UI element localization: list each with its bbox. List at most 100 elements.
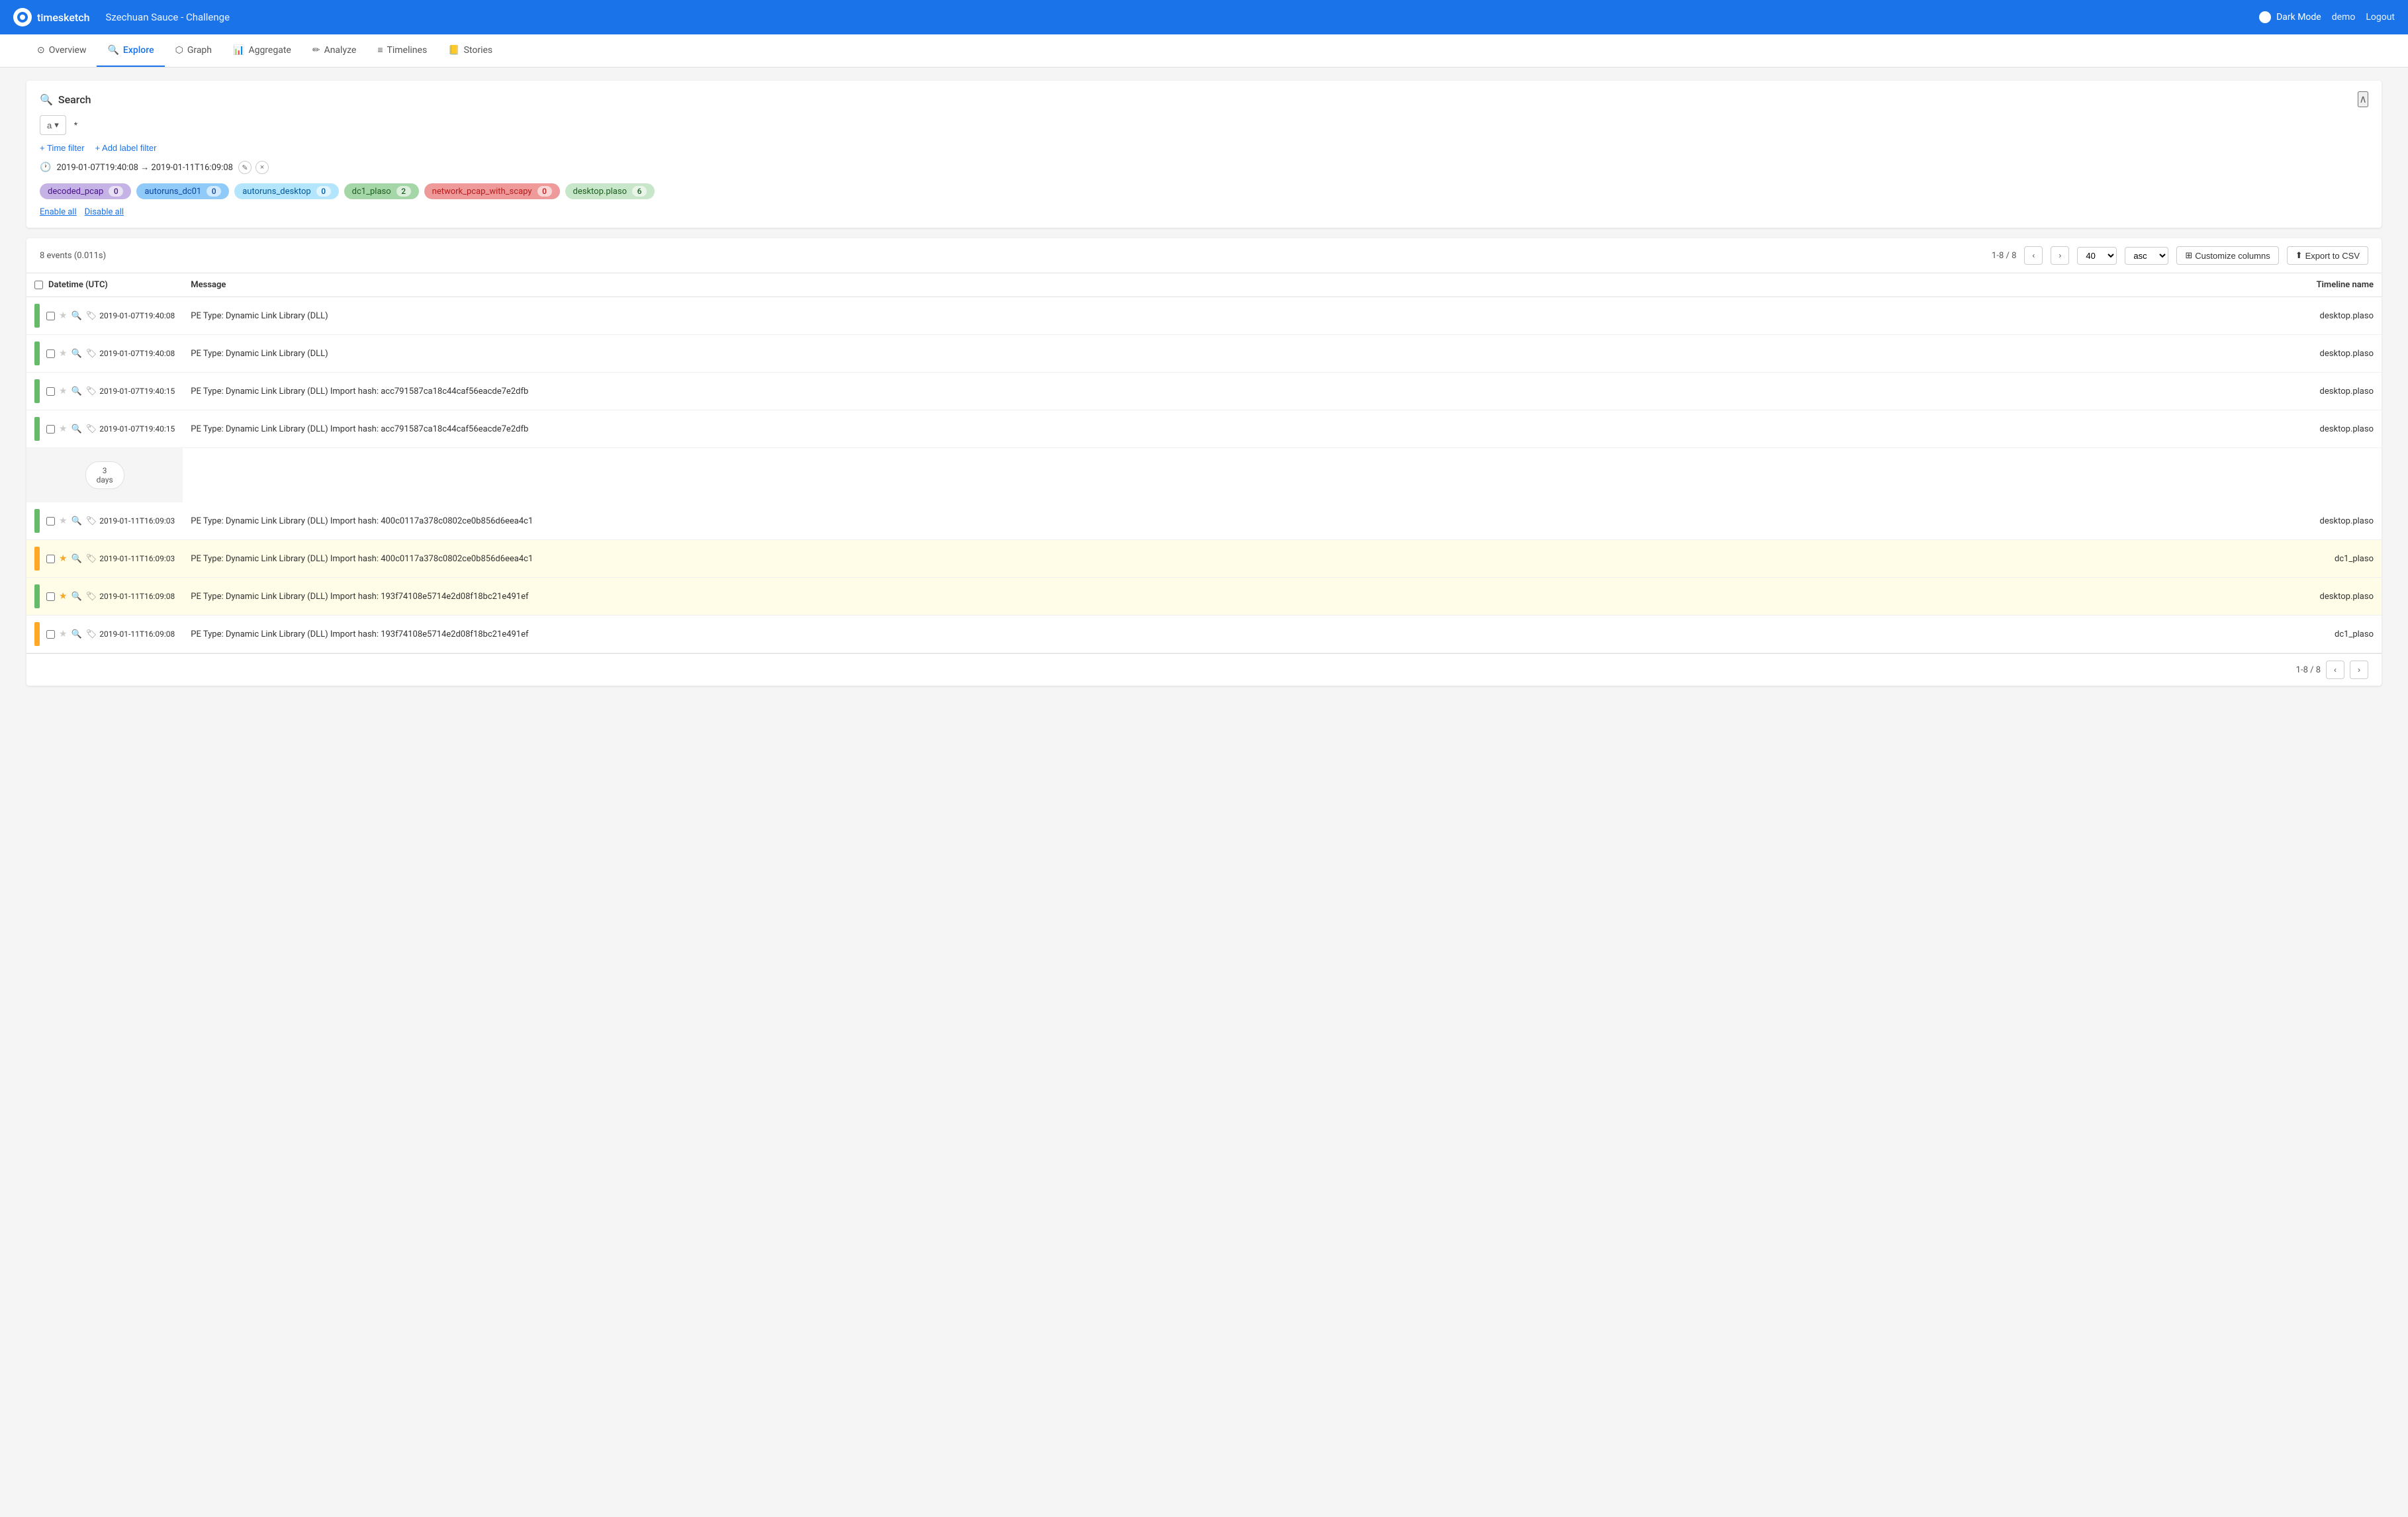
next-page-button[interactable]: ›	[2051, 246, 2069, 265]
col-datetime-label: Datetime (UTC)	[48, 280, 108, 290]
day-gap-cell: 3 days	[26, 448, 183, 502]
app-logo[interactable]: timesketch	[13, 8, 89, 26]
row-search-icon[interactable]: 🔍	[71, 554, 82, 564]
nav-overview[interactable]: ⊙ Overview	[26, 34, 97, 67]
export-csv-label: Export to CSV	[2305, 251, 2360, 261]
datetime-color-badge	[34, 584, 40, 608]
row-search-icon[interactable]: 🔍	[71, 424, 82, 434]
row-checkbox[interactable]	[46, 517, 55, 526]
chip-dc1-plaso-label: dc1_plaso	[352, 187, 391, 197]
datetime-color-badge	[34, 622, 40, 646]
row-search-icon[interactable]: 🔍	[71, 387, 82, 396]
results-panel: 8 events (0.011s) 1-8 / 8 ‹ › 40 20 100 …	[26, 238, 2382, 686]
search-collapse-button[interactable]: ∧	[2358, 91, 2368, 107]
row-search-icon[interactable]: 🔍	[71, 349, 82, 359]
search-type-label: a	[47, 120, 52, 130]
row-star[interactable]: ★	[59, 386, 68, 396]
timeline-chip-autoruns-dc01[interactable]: autoruns_dc01 0	[136, 183, 229, 199]
row-star[interactable]: ★	[59, 591, 68, 602]
user-link[interactable]: demo	[2332, 12, 2356, 23]
timeline-name-cell: desktop.plaso	[2282, 373, 2382, 410]
nav-analyze[interactable]: ✏ Analyze	[302, 34, 367, 67]
nav-aggregate-label: Aggregate	[248, 45, 291, 56]
timeline-chip-desktop-plaso[interactable]: desktop.plaso 6	[565, 183, 655, 199]
search-query-input[interactable]	[71, 116, 2368, 134]
datetime-cell-inner: ★ 🔍 🏷 2019-01-11T16:09:08	[34, 584, 175, 608]
datetime-color-badge	[34, 417, 40, 441]
datetime-cell: ★ 🔍 🏷 2019-01-11T16:09:08	[26, 578, 183, 616]
row-tag-icon[interactable]: 🏷	[86, 592, 97, 602]
search-type-button[interactable]: a ▾	[40, 115, 66, 135]
row-actions: ★ 🔍 🏷	[46, 516, 97, 526]
nav-explore[interactable]: 🔍 Explore	[97, 34, 164, 67]
dark-mode-toggle[interactable]: Dark Mode	[2259, 11, 2321, 23]
row-star[interactable]: ★	[59, 348, 68, 359]
customize-columns-button[interactable]: ⊞ Customize columns	[2176, 246, 2278, 265]
results-controls: 1-8 / 8 ‹ › 40 20 100 asc desc ⊞ Customi…	[1992, 246, 2368, 265]
per-page-select[interactable]: 40 20 100	[2077, 247, 2117, 265]
row-search-icon[interactable]: 🔍	[71, 516, 82, 526]
row-tag-icon[interactable]: 🏷	[86, 516, 97, 526]
timeline-chip-network-pcap[interactable]: network_pcap_with_scapy 0	[424, 183, 560, 199]
events-count: 8 events (0.011s)	[40, 251, 106, 261]
col-message: Message	[183, 273, 2282, 297]
datetime-cell-inner: ★ 🔍 🏷 2019-01-07T19:40:15	[34, 379, 175, 403]
select-all-checkbox[interactable]	[34, 281, 43, 289]
nav-graph[interactable]: ⬡ Graph	[165, 34, 222, 67]
nav-timelines[interactable]: ≡ Timelines	[367, 34, 438, 67]
row-star[interactable]: ★	[59, 424, 68, 434]
row-checkbox[interactable]	[46, 425, 55, 434]
row-actions: ★ 🔍 🏷	[46, 553, 97, 564]
logout-link[interactable]: Logout	[2366, 12, 2395, 23]
row-checkbox[interactable]	[46, 630, 55, 639]
nav-stories[interactable]: 📒 Stories	[438, 34, 503, 67]
chip-autoruns-desktop-count: 0	[316, 186, 331, 197]
search-input-row: a ▾	[40, 115, 2368, 135]
datetime-cell-inner: ★ 🔍 🏷 2019-01-07T19:40:08	[34, 304, 175, 328]
chip-desktop-plaso-label: desktop.plaso	[573, 187, 627, 197]
sort-select[interactable]: asc desc	[2125, 247, 2168, 265]
timeline-chip-decoded-pcap[interactable]: decoded_pcap 0	[40, 183, 131, 199]
timeline-chip-autoruns-desktop[interactable]: autoruns_desktop 0	[234, 183, 338, 199]
timelines-icon: ≡	[377, 44, 383, 56]
label-filter-button[interactable]: + Add label filter	[95, 143, 157, 153]
events-body: ★ 🔍 🏷 2019-01-07T19:40:08 PE Type: Dynam…	[26, 297, 2382, 653]
row-checkbox[interactable]	[46, 387, 55, 396]
row-tag-icon[interactable]: 🏷	[86, 554, 97, 564]
row-tag-icon[interactable]: 🏷	[86, 629, 97, 639]
row-star[interactable]: ★	[59, 516, 68, 526]
enable-all-link[interactable]: Enable all	[40, 207, 77, 217]
time-remove-button[interactable]: ×	[255, 161, 269, 174]
time-range-label: 2019-01-07T19:40:08 → 2019-01-11T16:09:0…	[56, 162, 233, 173]
datetime-cell: ★ 🔍 🏷 2019-01-11T16:09:08	[26, 616, 183, 653]
datetime-color-badge	[34, 379, 40, 403]
time-filter-button[interactable]: + Time filter	[40, 143, 85, 153]
row-star[interactable]: ★	[59, 629, 68, 639]
footer-prev-page-button[interactable]: ‹	[2326, 661, 2344, 679]
export-csv-button[interactable]: ⬆ Export to CSV	[2287, 246, 2368, 265]
row-checkbox[interactable]	[46, 312, 55, 320]
datetime-color-badge	[34, 547, 40, 571]
row-tag-icon[interactable]: 🏷	[86, 424, 97, 434]
row-search-icon[interactable]: 🔍	[71, 311, 82, 321]
timeline-chip-dc1-plaso[interactable]: dc1_plaso 2	[344, 183, 419, 199]
row-checkbox[interactable]	[46, 349, 55, 358]
row-tag-icon[interactable]: 🏷	[86, 349, 97, 359]
disable-all-link[interactable]: Disable all	[85, 207, 124, 217]
row-star[interactable]: ★	[59, 553, 68, 564]
datetime-cell: ★ 🔍 🏷 2019-01-07T19:40:08	[26, 335, 183, 373]
row-search-icon[interactable]: 🔍	[71, 629, 82, 639]
footer-next-page-button[interactable]: ›	[2350, 661, 2368, 679]
row-search-icon[interactable]: 🔍	[71, 592, 82, 602]
row-checkbox[interactable]	[46, 592, 55, 601]
time-filter-row: 🕐 2019-01-07T19:40:08 → 2019-01-11T16:09…	[40, 161, 2368, 174]
row-tag-icon[interactable]: 🏷	[86, 387, 97, 396]
enable-disable-row: Enable all Disable all	[40, 207, 2368, 217]
table-row: ★ 🔍 🏷 2019-01-11T16:09:03 PE Type: Dynam…	[26, 502, 2382, 540]
row-tag-icon[interactable]: 🏷	[86, 311, 97, 321]
row-checkbox[interactable]	[46, 555, 55, 563]
row-star[interactable]: ★	[59, 310, 68, 321]
nav-aggregate[interactable]: 📊 Aggregate	[222, 34, 302, 67]
time-edit-button[interactable]: ✎	[238, 161, 252, 174]
prev-page-button[interactable]: ‹	[2024, 246, 2043, 265]
